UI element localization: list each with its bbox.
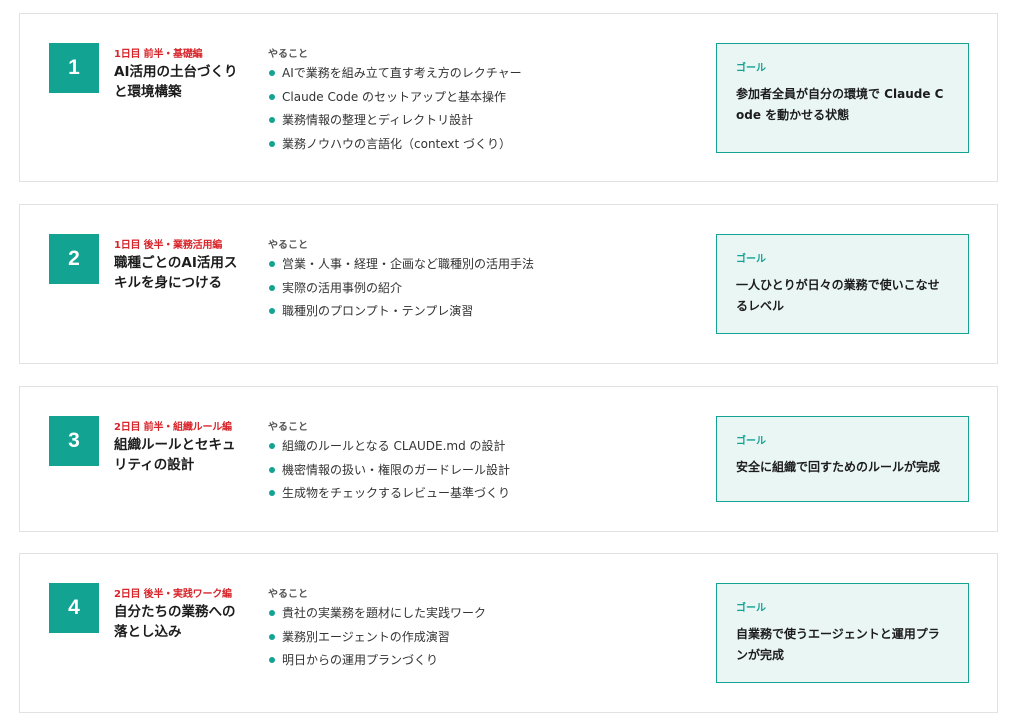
goal-box: ゴール 安全に組織で回すためのルールが完成	[716, 416, 969, 502]
goal-text: 自業務で使うエージェントと運用プランが完成	[736, 627, 940, 662]
todo-text: 貴社の実業務を題材にした実践ワーク	[282, 606, 487, 620]
goal-box: ゴール 一人ひとりが日々の業務で使いこなせるレベル	[716, 234, 969, 334]
bullet-dot-icon	[269, 633, 275, 640]
bullet-dot-icon	[269, 657, 275, 663]
curriculum-card: 3 2日目 前半・組織ルール編 組織ルールとセキュリティの設計 やること 組織の…	[19, 386, 998, 532]
todo-label: やること	[268, 422, 308, 433]
list-item: 組織のルールとなる CLAUDE.md の設計	[268, 437, 698, 461]
curriculum-card: 2 1日目 後半・業務活用編 職種ごとのAI活用スキルを身につける やること 営…	[19, 204, 998, 364]
todo-text: 業務情報の整理とディレクトリ設計	[282, 113, 474, 127]
list-item: 業務情報の整理とディレクトリ設計	[268, 111, 698, 135]
list-item: 業務別エージェントの作成演習	[268, 628, 698, 652]
session-tag: 1日目 後半・業務活用編	[114, 240, 223, 251]
todo-text: 営業・人事・経理・企画など職種別の活用手法	[282, 257, 535, 271]
step-number-badge: 4	[49, 583, 99, 633]
goal-label: ゴール	[736, 436, 766, 447]
todo-list: AIで業務を組み立て直す考え方のレクチャー Claude Code のセットアッ…	[268, 64, 698, 158]
card-title: 職種ごとのAI活用スキルを身につける	[114, 255, 238, 291]
list-item: Claude Code のセットアップと基本操作	[268, 88, 698, 112]
bullet-dot-icon	[269, 117, 275, 123]
bullet-dot-icon	[269, 308, 275, 314]
todo-list: 組織のルールとなる CLAUDE.md の設計 機密情報の扱い・権限のガードレー…	[268, 437, 698, 508]
bullet-dot-icon	[269, 610, 275, 616]
goal-text: 参加者全員が自分の環境で Claude Code を動かせる状態	[736, 87, 944, 122]
goal-box: ゴール 自業務で使うエージェントと運用プランが完成	[716, 583, 969, 683]
todo-text: 実際の活用事例の紹介	[282, 280, 403, 295]
todo-list: 貴社の実業務を題材にした実践ワーク 業務別エージェントの作成演習 明日からの運用…	[268, 604, 698, 675]
list-item: 営業・人事・経理・企画など職種別の活用手法	[268, 255, 698, 279]
step-number-badge: 1	[49, 43, 99, 93]
todo-text: 明日からの運用プランづくり	[282, 653, 439, 667]
bullet-dot-icon	[269, 93, 275, 100]
curriculum-card: 4 2日目 後半・実践ワーク編 自分たちの業務への落とし込み やること 貴社の実…	[19, 553, 998, 713]
list-item: AIで業務を組み立て直す考え方のレクチャー	[268, 64, 698, 88]
list-item: 実際の活用事例の紹介	[268, 279, 698, 303]
curriculum-card-list: 1 1日目 前半・基礎編 AI活用の土台づくりと環境構築 やること AIで業務を…	[0, 0, 1013, 723]
step-number-badge: 2	[49, 234, 99, 284]
session-tag: 2日目 前半・組織ルール編	[114, 422, 232, 433]
bullet-dot-icon	[269, 284, 275, 291]
bullet-dot-icon	[269, 466, 275, 473]
todo-text: 生成物をチェックするレビュー基準づくり	[282, 486, 511, 500]
session-tag: 2日目 後半・実践ワーク編	[114, 589, 232, 600]
goal-label: ゴール	[736, 603, 766, 614]
goal-text: 安全に組織で回すためのルールが完成	[736, 460, 941, 474]
bullet-dot-icon	[269, 490, 275, 496]
todo-text: 機密情報の扱い・権限のガードレール設計	[282, 462, 511, 477]
todo-text: 職種別のプロンプト・テンプレ演習	[282, 304, 474, 318]
card-title: AI活用の土台づくりと環境構築	[114, 64, 238, 100]
bullet-dot-icon	[269, 261, 275, 267]
todo-label: やること	[268, 240, 308, 251]
todo-text: 業務ノウハウの言語化（context づくり）	[282, 136, 512, 151]
todo-label: やること	[268, 49, 308, 60]
card-title: 組織ルールとセキュリティの設計	[114, 437, 236, 473]
goal-text: 一人ひとりが日々の業務で使いこなせるレベル	[736, 278, 940, 313]
list-item: 職種別のプロンプト・テンプレ演習	[268, 302, 698, 326]
goal-box: ゴール 参加者全員が自分の環境で Claude Code を動かせる状態	[716, 43, 969, 153]
todo-text: AIで業務を組み立て直す考え方のレクチャー	[282, 66, 522, 80]
todo-list: 営業・人事・経理・企画など職種別の活用手法 実際の活用事例の紹介 職種別のプロン…	[268, 255, 698, 326]
list-item: 機密情報の扱い・権限のガードレール設計	[268, 461, 698, 485]
list-item: 明日からの運用プランづくり	[268, 651, 698, 675]
bullet-dot-icon	[269, 140, 275, 147]
list-item: 生成物をチェックするレビュー基準づくり	[268, 484, 698, 508]
session-tag: 1日目 前半・基礎編	[114, 49, 203, 60]
step-number-badge: 3	[49, 416, 99, 466]
todo-text: 組織のルールとなる CLAUDE.md の設計	[282, 439, 506, 453]
list-item: 貴社の実業務を題材にした実践ワーク	[268, 604, 698, 628]
bullet-dot-icon	[269, 70, 275, 76]
todo-text: Claude Code のセットアップと基本操作	[282, 89, 507, 104]
list-item: 業務ノウハウの言語化（context づくり）	[268, 135, 698, 159]
curriculum-card: 1 1日目 前半・基礎編 AI活用の土台づくりと環境構築 やること AIで業務を…	[19, 13, 998, 182]
card-title: 自分たちの業務への落とし込み	[114, 604, 236, 640]
goal-label: ゴール	[736, 63, 766, 74]
todo-label: やること	[268, 589, 308, 600]
bullet-dot-icon	[269, 443, 275, 449]
todo-text: 業務別エージェントの作成演習	[282, 629, 450, 644]
goal-label: ゴール	[736, 254, 766, 265]
